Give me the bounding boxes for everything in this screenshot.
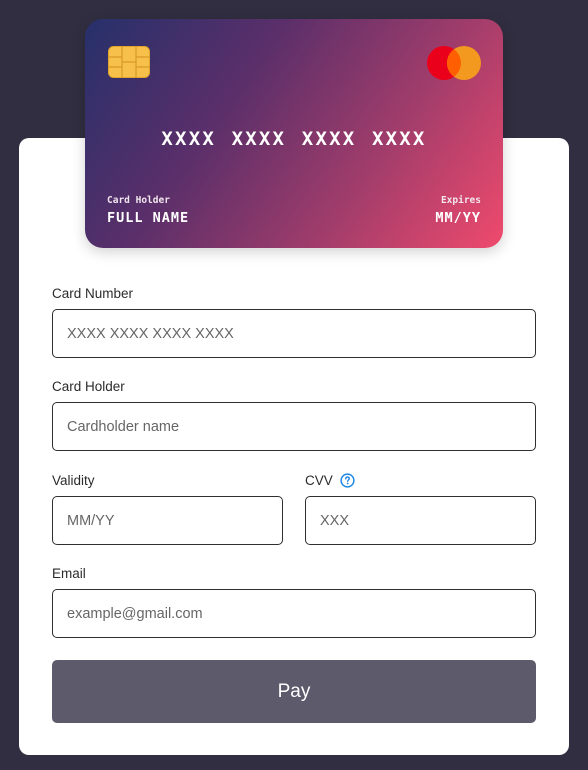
card-number-label: Card Number xyxy=(52,286,134,301)
pay-button[interactable]: Pay xyxy=(52,660,536,723)
email-input[interactable] xyxy=(52,589,536,638)
card-holder-label: Card Holder xyxy=(52,379,125,394)
card-expiry-caption: Expires xyxy=(440,195,481,206)
card-expiry-preview: Expires MM/YY xyxy=(435,195,481,226)
payment-page: XXXX XXXX XXXX XXXX Card Holder FULL NAM… xyxy=(0,0,588,770)
card-number-preview: XXXX XXXX XXXX XXXX xyxy=(161,128,427,150)
card-number-input[interactable] xyxy=(52,309,536,358)
card-chip-icon xyxy=(108,46,150,78)
card-holder-caption: Card Holder xyxy=(107,195,170,206)
validity-input[interactable] xyxy=(52,496,283,545)
card-expiry-value: MM/YY xyxy=(435,210,481,226)
email-label: Email xyxy=(52,566,86,581)
card-holder-input[interactable] xyxy=(52,402,536,451)
question-circle-icon[interactable] xyxy=(340,473,355,488)
cvv-input[interactable] xyxy=(305,496,536,545)
card-holder-preview: Card Holder FULL NAME xyxy=(107,195,189,226)
validity-label: Validity xyxy=(52,473,95,488)
card-holder-value: FULL NAME xyxy=(107,210,190,226)
cvv-label: CVV xyxy=(305,473,333,488)
credit-card-preview: XXXX XXXX XXXX XXXX Card Holder FULL NAM… xyxy=(85,19,503,248)
mastercard-logo-icon xyxy=(427,46,481,80)
